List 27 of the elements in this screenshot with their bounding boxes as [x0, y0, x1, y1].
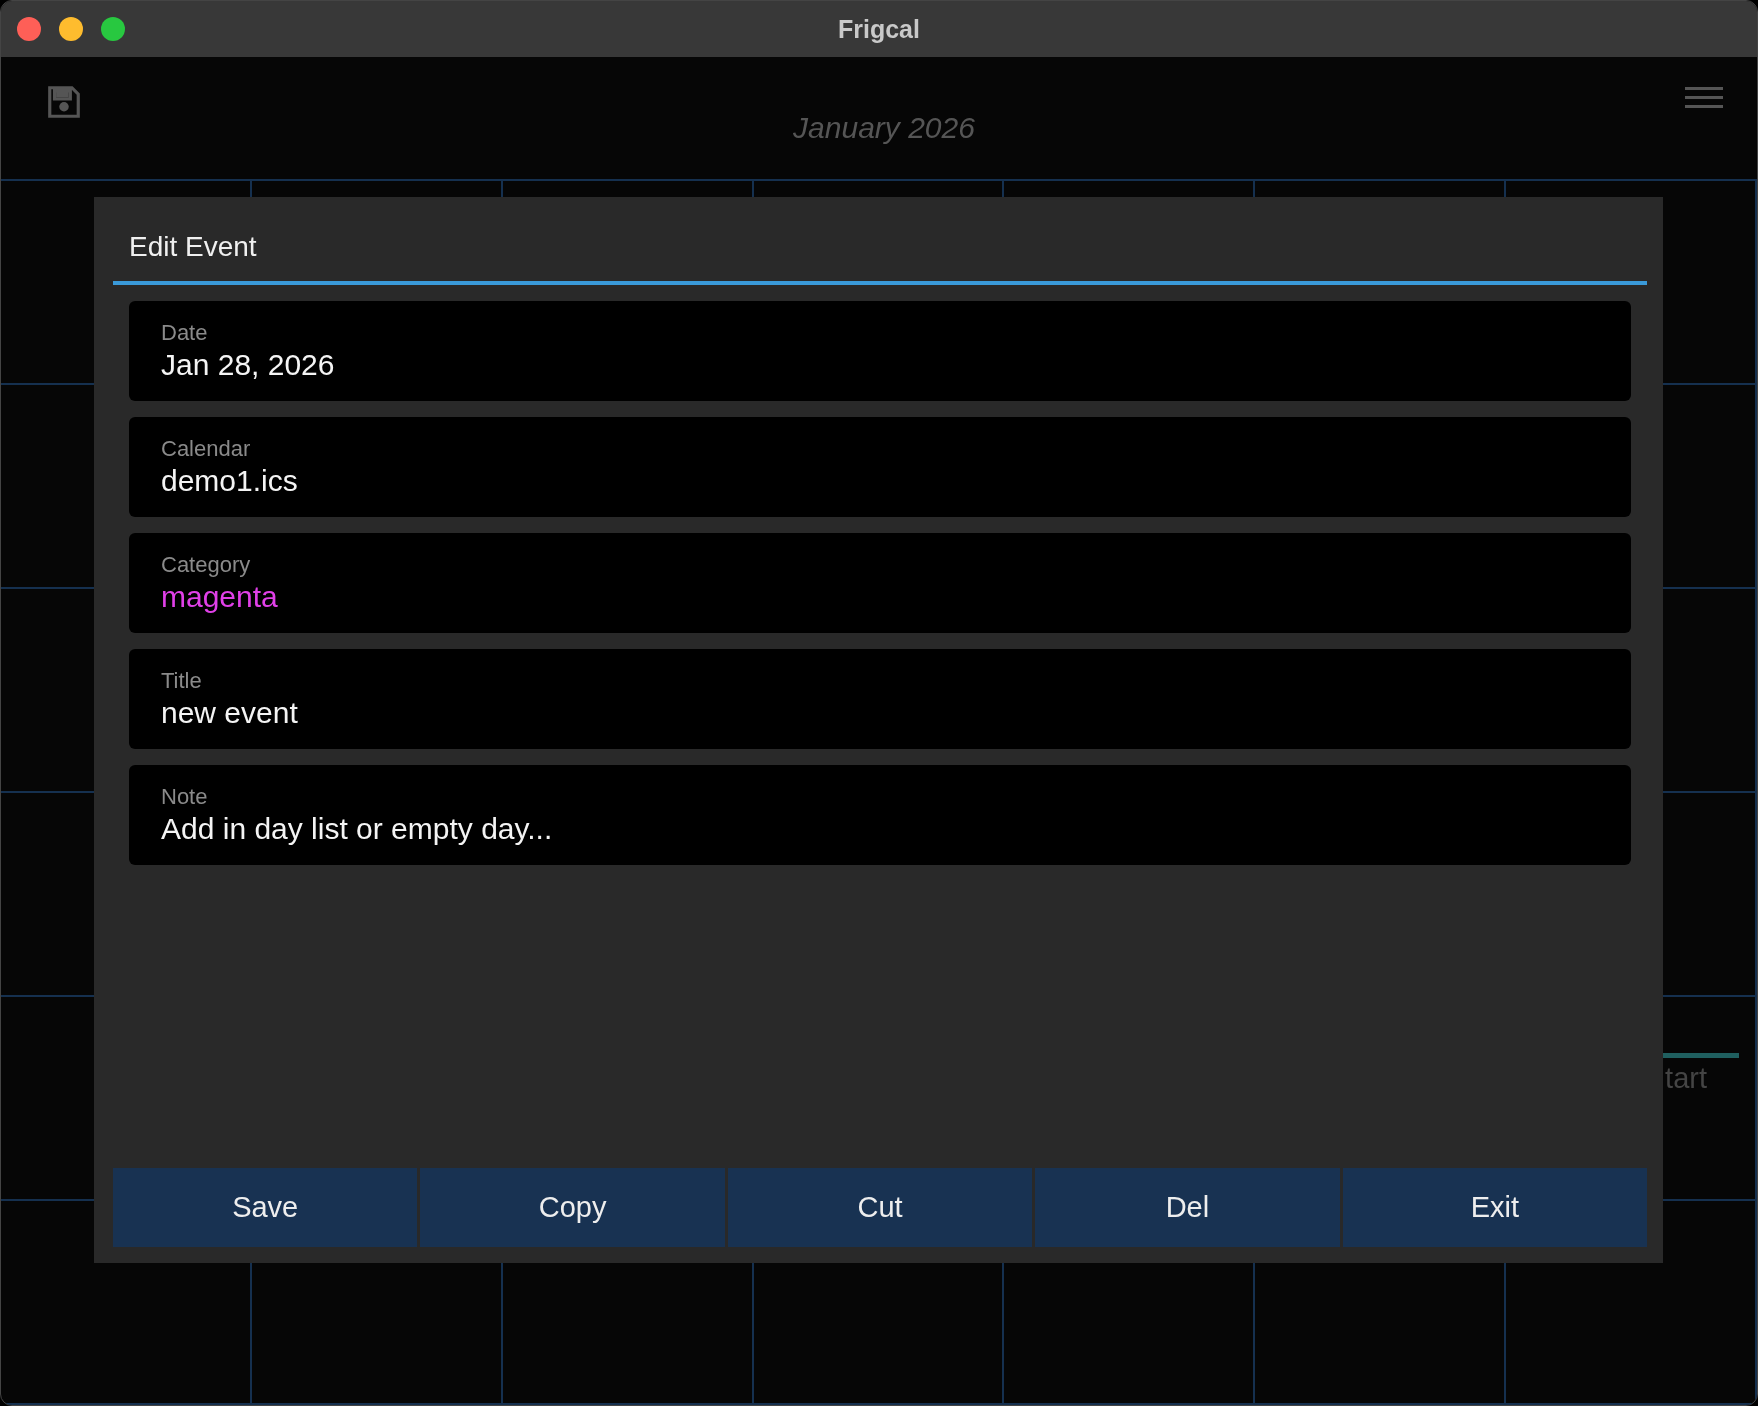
- input-field[interactable]: Note Add in day list or empty day...: [129, 765, 1631, 865]
- field-label: Calendar: [161, 436, 252, 462]
- dialog-button[interactable]: Copy: [420, 1168, 725, 1247]
- field-value: Jan 28, 2026: [161, 348, 336, 382]
- field-label: Title: [161, 668, 203, 694]
- field-label: Note: [161, 784, 209, 810]
- dialog-button[interactable]: Del: [1035, 1168, 1340, 1247]
- save-icon[interactable]: [45, 83, 83, 121]
- field-value: demo1.ics: [161, 464, 299, 498]
- input-field[interactable]: Calendar demo1.ics: [129, 417, 1631, 517]
- field-value: Add in day list or empty day...: [161, 812, 554, 846]
- zoom-icon[interactable]: [101, 17, 125, 41]
- dialog-button[interactable]: Cut: [727, 1168, 1033, 1247]
- close-icon[interactable]: [17, 17, 41, 41]
- input-field[interactable]: Category magenta: [129, 533, 1631, 633]
- field-value: magenta: [161, 580, 279, 614]
- input-field[interactable]: Title new event: [129, 649, 1631, 749]
- dialog-button[interactable]: Save: [113, 1168, 418, 1247]
- field-label: Date: [161, 320, 209, 346]
- input-field[interactable]: Date Jan 28, 2026: [129, 301, 1631, 401]
- month-title: January 2026: [793, 111, 975, 145]
- window-title: Frigcal: [838, 14, 920, 44]
- dialog-title: Edit Event: [113, 197, 1647, 285]
- field-label: Category: [161, 552, 252, 578]
- field-value: new event: [161, 696, 299, 730]
- minimize-icon[interactable]: [59, 17, 83, 41]
- dialog-button[interactable]: Exit: [1342, 1168, 1648, 1247]
